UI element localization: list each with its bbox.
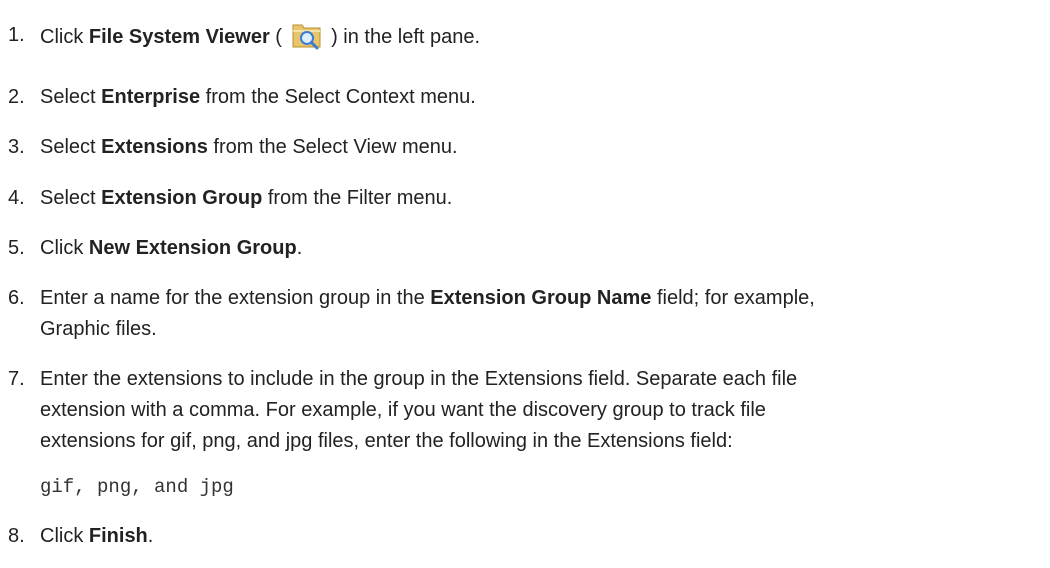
code-example: gif, png, and jpg xyxy=(40,476,234,498)
step-text: Graphic files. xyxy=(40,318,157,340)
step-text: . xyxy=(147,525,154,547)
step-number: 1. xyxy=(8,24,25,46)
folder-search-icon xyxy=(290,19,324,51)
step-text: extension with a comma. For example, if … xyxy=(40,399,766,421)
step-text: from the Select View menu. xyxy=(207,136,458,158)
step-text: Click xyxy=(40,237,89,259)
step-text: ) in the left pane. xyxy=(325,26,481,48)
ui-label-extensions: Extensions xyxy=(101,136,208,158)
step-number: 8. xyxy=(8,525,25,547)
step-text: Select xyxy=(40,187,102,209)
step-text: . xyxy=(296,237,303,259)
step-text: Enter a name for the extension group in … xyxy=(40,287,431,309)
step-text: Click xyxy=(40,26,89,48)
step-text: from the Select Context menu. xyxy=(200,86,476,108)
instruction-list: 1. Click File System Viewer ( ) in the l… xyxy=(0,0,1050,568)
step-number: 7. xyxy=(8,368,25,390)
step-number: 6. xyxy=(8,287,25,309)
step-text: field; for example, xyxy=(651,287,815,309)
step-number: 3. xyxy=(8,136,25,158)
ui-label-new-extension-group: New Extension Group xyxy=(88,237,297,259)
step-text: extensions for gif, png, and jpg files, … xyxy=(40,430,733,452)
paren-open: ( xyxy=(269,26,282,48)
ui-label-finish: Finish xyxy=(88,525,148,547)
step-number: 4. xyxy=(8,187,25,209)
step-text: Select xyxy=(40,136,102,158)
ui-label-enterprise: Enterprise xyxy=(101,86,201,108)
step-text: Enter the extensions to include in the g… xyxy=(40,368,798,390)
ui-label-extension-group: Extension Group xyxy=(101,187,263,209)
ui-label-file-system-viewer: File System Viewer xyxy=(88,26,270,48)
step-text: Click xyxy=(40,525,89,547)
step-number: 5. xyxy=(8,237,25,259)
step-text: Select xyxy=(40,86,102,108)
step-number: 2. xyxy=(8,86,25,108)
step-text: from the Filter menu. xyxy=(262,187,453,209)
ui-label-extension-group-name: Extension Group Name xyxy=(430,287,652,309)
